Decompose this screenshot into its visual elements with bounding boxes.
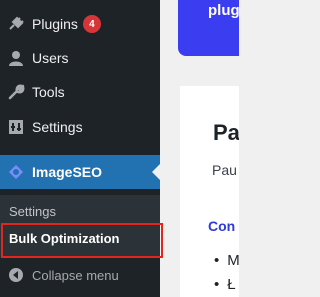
menu-item-settings[interactable]: Settings: [0, 110, 160, 144]
card-title: Pa: [213, 120, 239, 145]
admin-sidebar: Plugins 4 Users Tools Settings ImageSEO …: [0, 0, 163, 297]
plugin-icon: [0, 7, 32, 41]
settings-icon: [0, 110, 32, 144]
imageseo-icon: [0, 155, 32, 189]
menu-item-imageseo[interactable]: ImageSEO: [0, 155, 160, 189]
wrench-icon: [0, 75, 32, 109]
list-item: M: [214, 252, 239, 269]
card-subtitle: Pau: [212, 162, 237, 178]
menu-item-plugins[interactable]: Plugins 4: [0, 7, 160, 41]
submenu-item-settings[interactable]: Settings: [9, 204, 56, 219]
update-count-badge: 4: [82, 15, 101, 33]
users-icon: [0, 41, 32, 75]
highlight-annotation: [1, 223, 163, 258]
card-section-heading: Con: [208, 218, 236, 234]
list-item: Ł: [214, 276, 235, 293]
menu-item-tools[interactable]: Tools: [0, 75, 160, 109]
menu-item-users[interactable]: Users: [0, 41, 160, 75]
plugin-banner: plug: [178, 0, 239, 56]
content-card: Pa Pau Con M Ł: [180, 86, 239, 297]
banner-text: plug: [208, 2, 239, 19]
collapse-menu-button[interactable]: Collapse menu: [0, 258, 160, 292]
collapse-arrow-icon: [0, 258, 32, 292]
